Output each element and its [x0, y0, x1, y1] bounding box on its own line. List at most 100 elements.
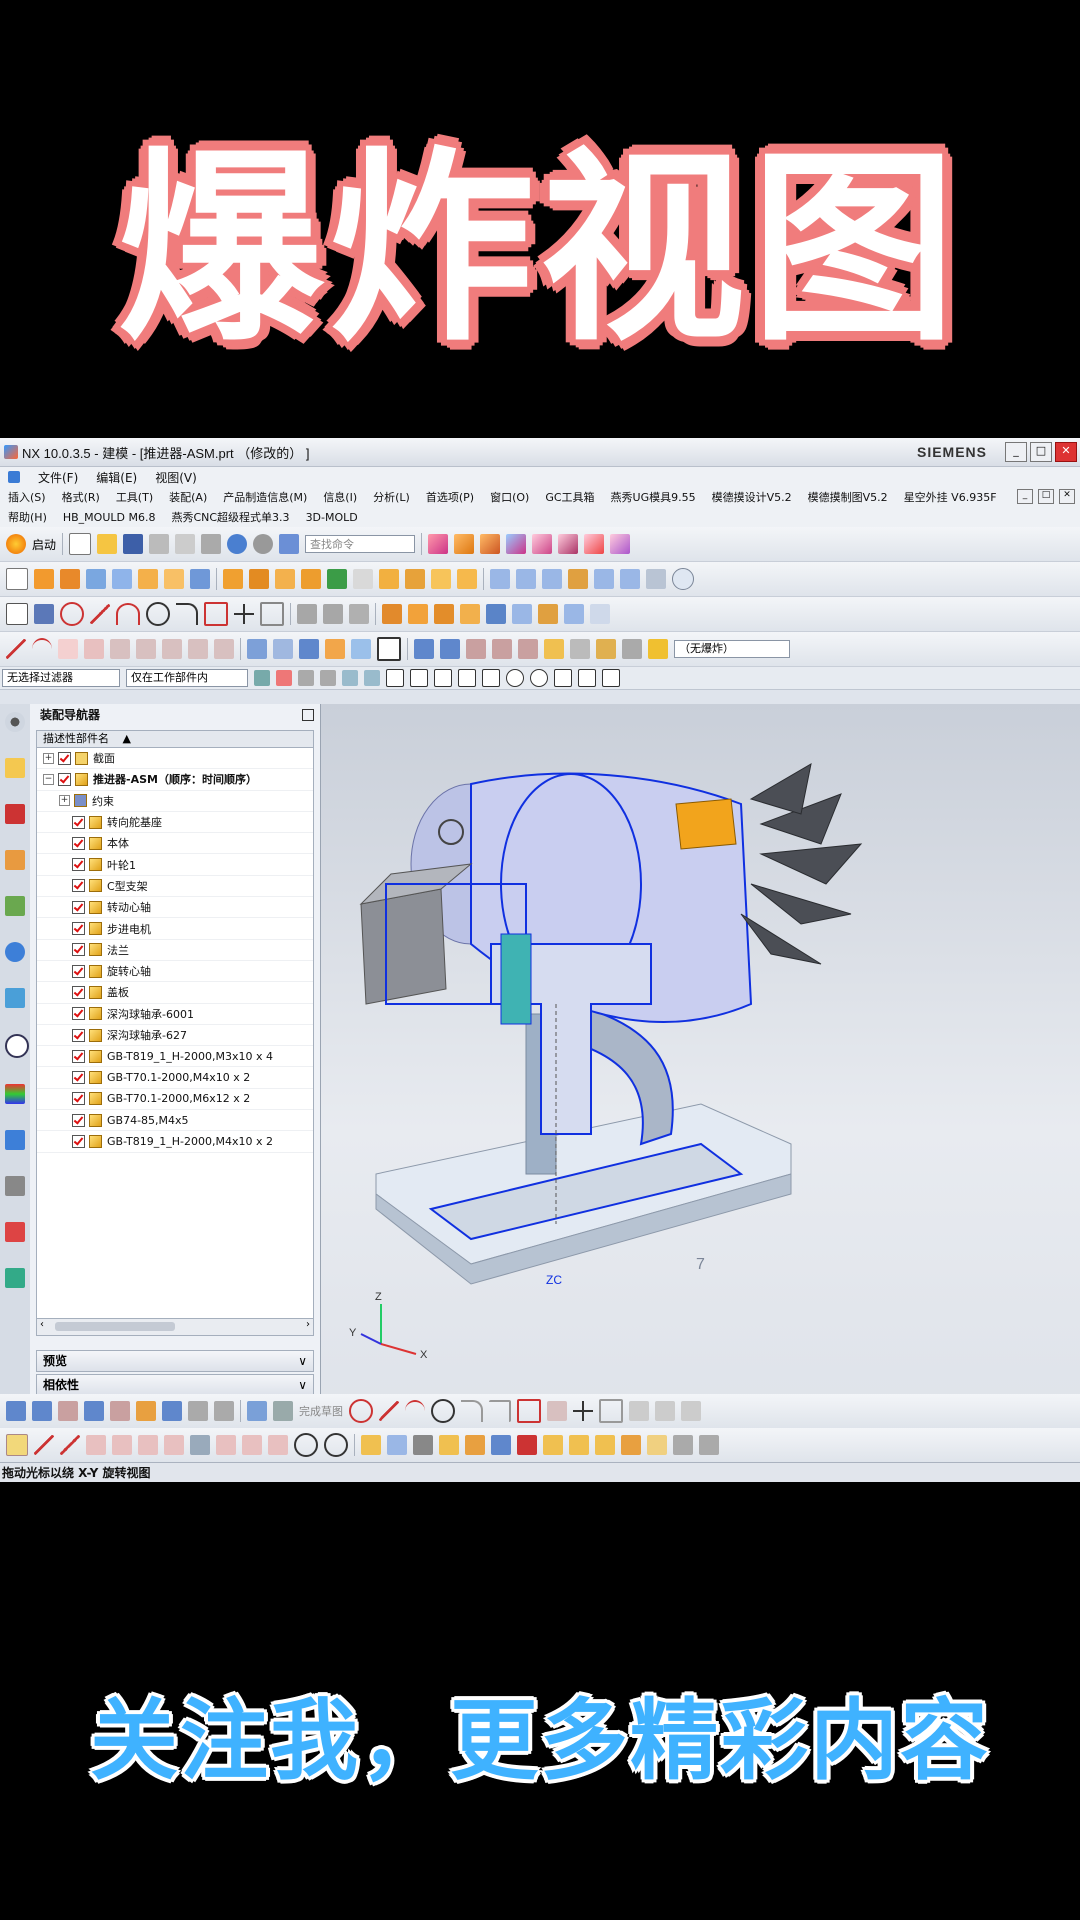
snap-icon[interactable]	[254, 670, 270, 686]
history-icon[interactable]	[5, 988, 25, 1008]
spline-icon[interactable]	[84, 639, 104, 659]
visibility-checkbox[interactable]	[72, 1028, 85, 1042]
sketch-tool-icon[interactable]	[32, 1401, 52, 1421]
assembly-tool-icon[interactable]	[532, 534, 553, 554]
undo-icon[interactable]	[227, 534, 248, 554]
selection-filter-select[interactable]: 无选择过滤器	[2, 669, 120, 687]
annotation-icon[interactable]	[188, 1401, 208, 1421]
visibility-checkbox[interactable]	[72, 1113, 85, 1127]
curve-tool-icon[interactable]	[242, 1435, 262, 1455]
curve-tool-icon[interactable]	[138, 1435, 158, 1455]
minimize-button[interactable]: _	[1005, 442, 1027, 462]
component-icon[interactable]	[512, 604, 532, 624]
tree-row[interactable]: C型支架	[37, 876, 313, 898]
explode-icon[interactable]	[544, 639, 564, 659]
assembly-tool-icon[interactable]	[506, 534, 527, 554]
slot-icon[interactable]	[190, 569, 210, 589]
settings-icon[interactable]	[5, 712, 25, 732]
circle-icon[interactable]	[146, 602, 170, 626]
menu-file[interactable]: 文件(F)	[38, 469, 78, 486]
surface-icon[interactable]	[542, 569, 562, 589]
dependency-panel[interactable]: 相依性 ∨	[36, 1374, 314, 1396]
render-icon[interactable]	[273, 639, 293, 659]
explode-icon[interactable]	[518, 639, 538, 659]
constraint-navigator-icon[interactable]	[5, 850, 25, 870]
rectangle-icon[interactable]	[6, 603, 28, 625]
tree-row[interactable]: 本体	[37, 833, 313, 855]
assembly-tool-icon[interactable]	[569, 1435, 589, 1455]
component-icon[interactable]	[408, 604, 428, 624]
tree-row[interactable]: GB-T70.1-2000,M4x10 x 2	[37, 1067, 313, 1089]
visibility-checkbox[interactable]	[72, 1071, 85, 1085]
circle-icon[interactable]	[324, 1433, 348, 1457]
draft-icon[interactable]	[379, 569, 399, 589]
surface-icon[interactable]	[490, 569, 510, 589]
tree-row[interactable]: 步进电机	[37, 918, 313, 940]
tree-row[interactable]: GB-T819_1_H-2000,M3x10 x 4	[37, 1046, 313, 1068]
tree-row[interactable]: 叶轮1	[37, 854, 313, 876]
component-icon[interactable]	[434, 604, 454, 624]
sketch-tool-icon[interactable]	[110, 1401, 130, 1421]
tree-row[interactable]: 深沟球轴承-6001	[37, 1004, 313, 1025]
scroll-left-icon[interactable]: ‹	[40, 1319, 44, 1330]
assembly-tool-icon[interactable]	[543, 1435, 563, 1455]
curve-tool-icon[interactable]	[86, 1435, 106, 1455]
assembly-tool-icon[interactable]	[595, 1435, 615, 1455]
menu-xingkong[interactable]: 星空外挂 V6.935F	[904, 489, 997, 505]
dimension-icon[interactable]	[349, 604, 369, 624]
reuse-library-icon[interactable]	[5, 896, 25, 916]
surface-icon[interactable]	[594, 569, 614, 589]
assembly-tool-icon[interactable]	[361, 1435, 381, 1455]
menu-3d-mold[interactable]: 3D-MOLD	[306, 511, 358, 524]
snap-point-icon[interactable]	[434, 669, 452, 687]
scrollbar-thumb[interactable]	[55, 1322, 175, 1331]
snap-icon[interactable]	[320, 670, 336, 686]
arc-tool-icon[interactable]	[32, 638, 52, 660]
line-icon[interactable]	[379, 1401, 399, 1421]
tree-row[interactable]: + 截面	[37, 748, 313, 770]
assembly-tool-icon[interactable]	[673, 1435, 693, 1455]
point-icon[interactable]	[34, 604, 54, 624]
visibility-checkbox[interactable]	[58, 772, 71, 786]
assembly-tool-icon[interactable]	[428, 534, 449, 554]
nx-menu-icon[interactable]	[8, 471, 20, 483]
menu-yanxiu-mold[interactable]: 燕秀UG模具9.55	[611, 489, 696, 505]
offset-icon[interactable]	[599, 1399, 623, 1423]
pocket-icon[interactable]	[138, 569, 158, 589]
system-materials-icon[interactable]	[5, 1084, 25, 1104]
assembly-tool-icon[interactable]	[480, 534, 501, 554]
line-tool-icon[interactable]	[60, 1435, 80, 1455]
snap-point-icon[interactable]	[410, 669, 428, 687]
snap-point-icon[interactable]	[530, 669, 548, 687]
snap-icon[interactable]	[364, 670, 380, 686]
tree-row[interactable]: GB74-85,M4x5	[37, 1110, 313, 1132]
explode-icon[interactable]	[414, 639, 434, 659]
explode-view-select[interactable]: （无爆炸）	[674, 640, 790, 658]
command-search-input[interactable]: 查找命令	[305, 535, 416, 553]
trim-icon[interactable]	[681, 1401, 701, 1421]
snap-icon[interactable]	[276, 670, 292, 686]
snap-point-icon[interactable]	[482, 669, 500, 687]
tree-row[interactable]: 旋转心轴	[37, 961, 313, 983]
circle-icon[interactable]	[431, 1399, 455, 1423]
copy-icon[interactable]	[175, 534, 196, 554]
save-icon[interactable]	[123, 534, 144, 554]
menu-help[interactable]: 帮助(H)	[8, 509, 47, 525]
menu-view[interactable]: 视图(V)	[155, 469, 197, 486]
menu-window[interactable]: 窗口(O)	[490, 489, 529, 505]
cut-icon[interactable]	[149, 534, 170, 554]
plus-icon[interactable]	[234, 604, 254, 624]
explode-icon[interactable]	[648, 639, 668, 659]
assembly-tool-icon[interactable]	[439, 1435, 459, 1455]
shell-icon[interactable]	[353, 569, 373, 589]
menu-assembly[interactable]: 装配(A)	[169, 489, 207, 505]
tree-row[interactable]: + 约束	[37, 791, 313, 812]
tree-row[interactable]: 转动心轴	[37, 897, 313, 919]
xyz-icon[interactable]	[58, 639, 78, 659]
background-icon[interactable]	[377, 637, 401, 661]
fillet-icon[interactable]	[176, 603, 198, 625]
part-navigator-icon[interactable]	[5, 758, 25, 778]
visibility-checkbox[interactable]	[72, 900, 85, 914]
visibility-checkbox[interactable]	[72, 985, 85, 999]
annotation-icon[interactable]	[214, 1401, 234, 1421]
